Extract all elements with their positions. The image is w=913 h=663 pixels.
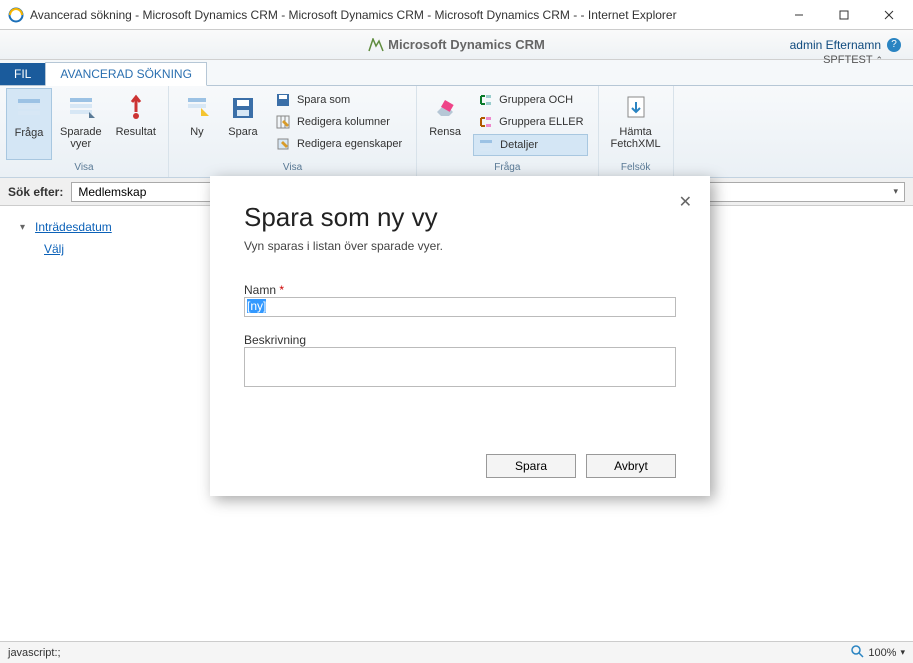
row-expander-icon[interactable]: ▾	[20, 222, 25, 233]
tab-advanced-find[interactable]: AVANCERAD SÖKNING	[45, 62, 207, 86]
ribbon-query-button[interactable]: Fråga	[6, 88, 52, 160]
modal-subtitle: Vyn sparas i listan över sparade vyer.	[244, 239, 676, 253]
name-input-value: [ny]	[247, 299, 266, 313]
crm-user-block: admin Efternamn ? SPFTEST ⌃	[790, 38, 901, 52]
ribbon-save-as-button[interactable]: Spara som	[271, 90, 406, 110]
name-input[interactable]: [ny]	[244, 297, 676, 317]
tab-file[interactable]: FIL	[0, 63, 45, 85]
ribbon-save-as-label: Spara som	[297, 94, 350, 106]
window-titlebar: Avancerad sökning - Microsoft Dynamics C…	[0, 0, 913, 30]
window-maximize-button[interactable]	[821, 0, 866, 30]
description-field-label: Beskrivning	[244, 333, 306, 347]
ribbon-group-and-label: Gruppera OCH	[499, 94, 573, 106]
ribbon-clear-label: Rensa	[429, 126, 461, 138]
group-and-icon	[477, 92, 493, 108]
status-text: javascript:;	[8, 647, 61, 659]
ribbon-new-label: Ny	[190, 126, 203, 138]
ribbon: Fråga Sparade vyer Resultat Visa Ny Spar…	[0, 86, 913, 178]
ribbon-fetchxml-label: Hämta FetchXML	[611, 126, 661, 150]
modal-close-button[interactable]: ✕	[679, 192, 692, 212]
crm-header: Microsoft Dynamics CRM admin Efternamn ?…	[0, 30, 913, 60]
query-field-link[interactable]: Inträdesdatum	[35, 220, 112, 234]
ribbon-edit-properties-label: Redigera egenskaper	[297, 138, 402, 150]
ribbon-save-button[interactable]: Spara	[221, 88, 265, 160]
ribbon-group-or-button[interactable]: Gruppera ELLER	[473, 112, 587, 132]
ribbon-details-button[interactable]: Detaljer	[473, 134, 587, 156]
ribbon-save-label: Spara	[228, 126, 257, 138]
ribbon-new-button[interactable]: Ny	[175, 88, 219, 160]
saved-views-icon	[65, 92, 97, 124]
entity-combobox-value: Medlemskap	[78, 185, 146, 199]
ribbon-clear-button[interactable]: Rensa	[423, 88, 467, 160]
crm-logo: Microsoft Dynamics CRM	[368, 37, 545, 52]
modal-save-button[interactable]: Spara	[486, 454, 576, 478]
ribbon-results-button[interactable]: Resultat	[110, 88, 162, 160]
ribbon-group-debug: Felsök	[605, 160, 667, 175]
zoom-icon[interactable]	[850, 644, 864, 661]
ribbon-group-show: Visa	[6, 160, 162, 175]
new-icon	[181, 92, 213, 124]
ribbon-results-label: Resultat	[116, 126, 156, 138]
chevron-down-icon: ▾	[893, 186, 898, 197]
crm-org: SPFTEST	[823, 54, 872, 66]
edit-columns-icon	[275, 114, 291, 130]
crm-user-name: admin Efternamn	[790, 38, 881, 52]
ribbon-query-label: Fråga	[15, 127, 44, 139]
ribbon-tabs: FIL AVANCERAD SÖKNING	[0, 60, 913, 86]
save-as-modal: ✕ Spara som ny vy Vyn sparas i listan öv…	[210, 176, 710, 496]
modal-title: Spara som ny vy	[244, 202, 676, 233]
fetchxml-icon	[620, 92, 652, 124]
required-asterisk: *	[279, 283, 284, 297]
ie-icon	[8, 7, 24, 23]
results-icon	[120, 92, 152, 124]
zoom-dropdown-icon[interactable]: ▾	[900, 647, 905, 658]
group-or-icon	[477, 114, 493, 130]
details-icon	[478, 137, 494, 153]
save-icon	[227, 92, 259, 124]
window-title: Avancerad sökning - Microsoft Dynamics C…	[30, 8, 776, 22]
query-icon	[13, 93, 45, 125]
ribbon-fetchxml-button[interactable]: Hämta FetchXML	[605, 88, 667, 160]
ribbon-group-and-button[interactable]: Gruppera OCH	[473, 90, 587, 110]
help-icon[interactable]: ?	[887, 38, 901, 52]
search-label: Sök efter:	[8, 185, 63, 199]
ribbon-group-query: Fråga	[423, 160, 591, 175]
org-chevron-icon[interactable]: ⌃	[875, 55, 883, 65]
description-input[interactable]	[244, 347, 676, 387]
ribbon-group-view: Visa	[175, 160, 410, 175]
window-minimize-button[interactable]	[776, 0, 821, 30]
crm-product-name: Microsoft Dynamics CRM	[388, 37, 545, 52]
ribbon-saved-views-button[interactable]: Sparade vyer	[54, 88, 108, 160]
query-select-link[interactable]: Välj	[44, 242, 64, 256]
ribbon-details-label: Detaljer	[500, 139, 538, 151]
window-close-button[interactable]	[866, 0, 911, 30]
zoom-value: 100%	[868, 647, 896, 659]
ribbon-group-or-label: Gruppera ELLER	[499, 116, 583, 128]
ribbon-edit-properties-button[interactable]: Redigera egenskaper	[271, 134, 406, 154]
modal-cancel-button[interactable]: Avbryt	[586, 454, 676, 478]
save-as-icon	[275, 92, 291, 108]
name-field-label: Namn	[244, 283, 276, 297]
ribbon-edit-columns-button[interactable]: Redigera kolumner	[271, 112, 406, 132]
status-bar: javascript:; 100% ▾	[0, 641, 913, 663]
ribbon-saved-views-label: Sparade vyer	[60, 126, 102, 150]
ribbon-edit-columns-label: Redigera kolumner	[297, 116, 390, 128]
edit-properties-icon	[275, 136, 291, 152]
clear-icon	[429, 92, 461, 124]
